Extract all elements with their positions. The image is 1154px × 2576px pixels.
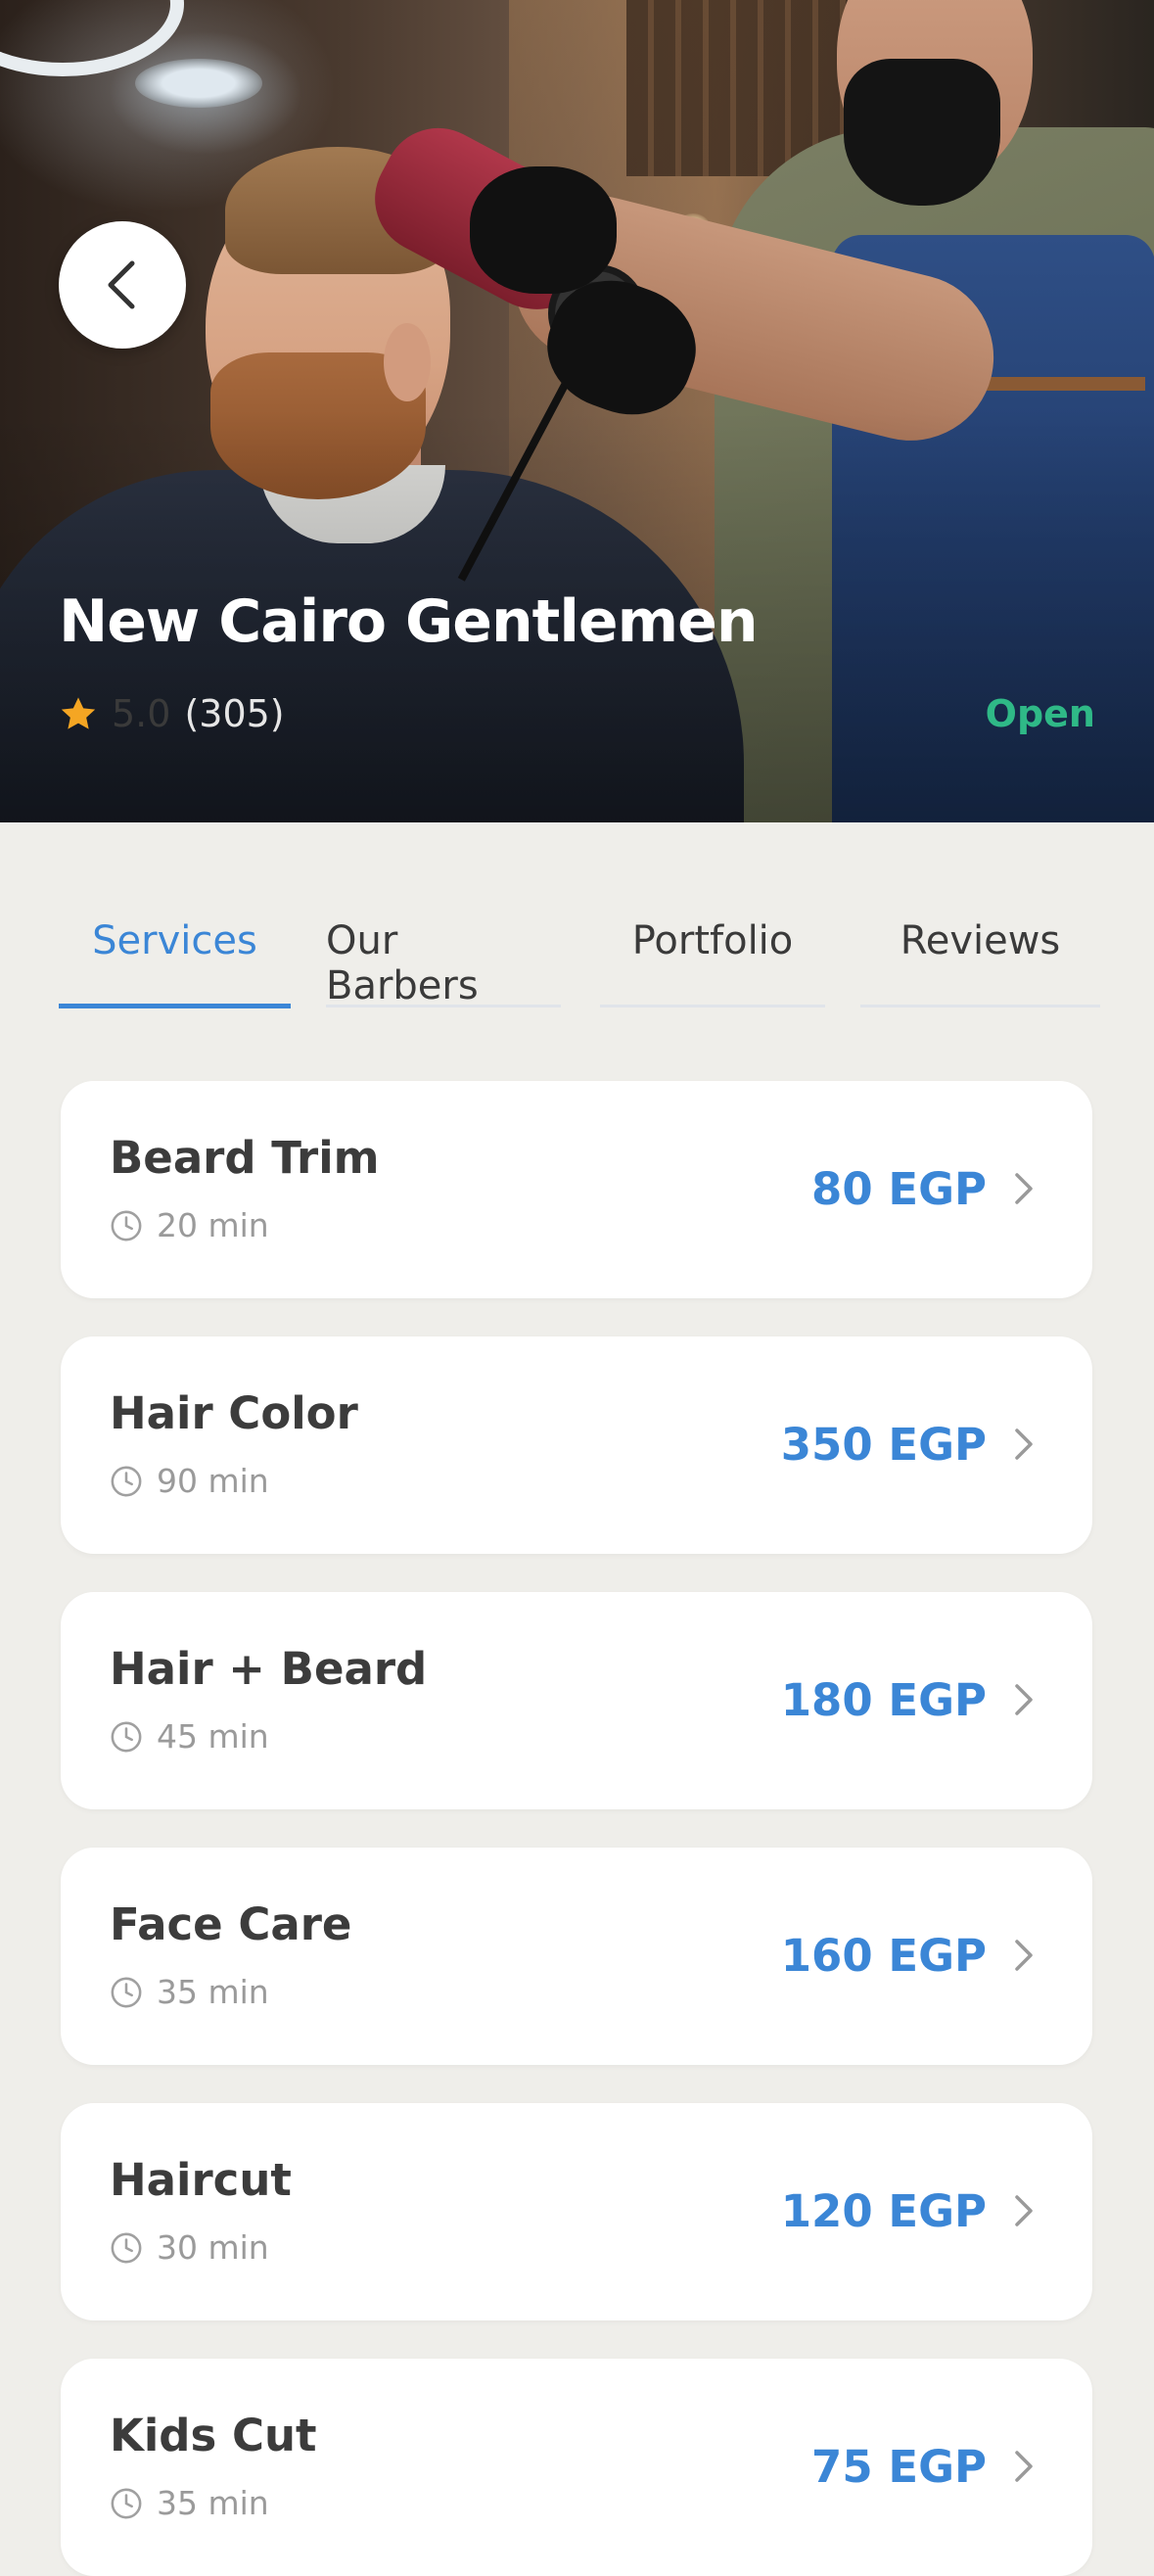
back-button[interactable] — [59, 221, 186, 349]
service-card-hair-color[interactable]: Hair Color 90 min 350 EGP — [61, 1336, 1092, 1554]
service-name: Beard Trim — [110, 1132, 380, 1184]
star-icon — [61, 697, 96, 729]
service-card-haircut[interactable]: Haircut 30 min 120 EGP — [61, 2103, 1092, 2320]
service-duration: 35 min — [110, 1973, 269, 2011]
duration-text: 20 min — [157, 1206, 269, 1244]
tab-label: Portfolio — [631, 918, 794, 963]
tab-label: Services — [92, 918, 257, 963]
clock-icon — [111, 1210, 142, 1241]
tab-reviews[interactable]: Reviews — [860, 911, 1100, 1008]
duration-text: 90 min — [157, 1462, 269, 1500]
service-price: 160 EGP — [780, 1930, 987, 1982]
chevron-right-icon — [1015, 1173, 1033, 1204]
chevron-left-icon — [108, 260, 135, 309]
chevron-right-icon — [1015, 1684, 1033, 1715]
tab-services[interactable]: Services — [59, 911, 291, 1008]
service-duration: 45 min — [110, 1717, 269, 1756]
chevron-right-icon — [1015, 2195, 1033, 2226]
chevron-right-icon — [1015, 2451, 1033, 2482]
service-price: 80 EGP — [811, 1163, 987, 1215]
clock-icon — [111, 2488, 142, 2518]
clock-icon — [111, 1466, 142, 1496]
shop-rating: 5.0 (305) — [59, 692, 285, 735]
clock-icon — [111, 2232, 142, 2263]
tab-bar: Services Our Barbers Portfolio Reviews — [59, 911, 1100, 1008]
service-price: 120 EGP — [780, 2185, 987, 2237]
tab-label: Our Barbers — [326, 918, 479, 1008]
tab-our-barbers[interactable]: Our Barbers — [326, 911, 561, 1008]
reviews-count: (305) — [184, 692, 285, 735]
shop-name: New Cairo Gentlemen — [59, 587, 759, 656]
service-card-face-care[interactable]: Face Care 35 min 160 EGP — [61, 1848, 1092, 2065]
service-card-beard-trim[interactable]: Beard Trim 20 min 80 EGP — [61, 1081, 1092, 1298]
service-price: 350 EGP — [780, 1419, 987, 1471]
clock-icon — [111, 1977, 142, 2007]
chevron-right-icon — [1015, 1940, 1033, 1971]
status-badge: Open — [985, 692, 1095, 735]
tab-label: Reviews — [900, 918, 1061, 963]
service-card-hair-beard[interactable]: Hair + Beard 45 min 180 EGP — [61, 1592, 1092, 1809]
duration-text: 45 min — [157, 1717, 269, 1756]
duration-text: 30 min — [157, 2228, 269, 2267]
rating-score: 5.0 — [112, 692, 171, 735]
clock-icon — [111, 1721, 142, 1752]
service-duration: 30 min — [110, 2228, 269, 2267]
service-name: Haircut — [110, 2154, 292, 2206]
service-duration: 90 min — [110, 1462, 269, 1500]
service-duration: 20 min — [110, 1206, 269, 1244]
tab-portfolio[interactable]: Portfolio — [600, 911, 825, 1008]
service-name: Kids Cut — [110, 2410, 317, 2461]
duration-text: 35 min — [157, 2484, 269, 2522]
service-price: 180 EGP — [780, 1674, 987, 1726]
service-name: Hair Color — [110, 1387, 358, 1439]
chevron-right-icon — [1015, 1429, 1033, 1460]
service-card-kids-cut[interactable]: Kids Cut 35 min 75 EGP — [61, 2359, 1092, 2576]
service-duration: 35 min — [110, 2484, 269, 2522]
duration-text: 35 min — [157, 1973, 269, 2011]
service-price: 75 EGP — [811, 2441, 987, 2493]
service-name: Face Care — [110, 1898, 352, 1950]
service-name: Hair + Beard — [110, 1643, 428, 1695]
